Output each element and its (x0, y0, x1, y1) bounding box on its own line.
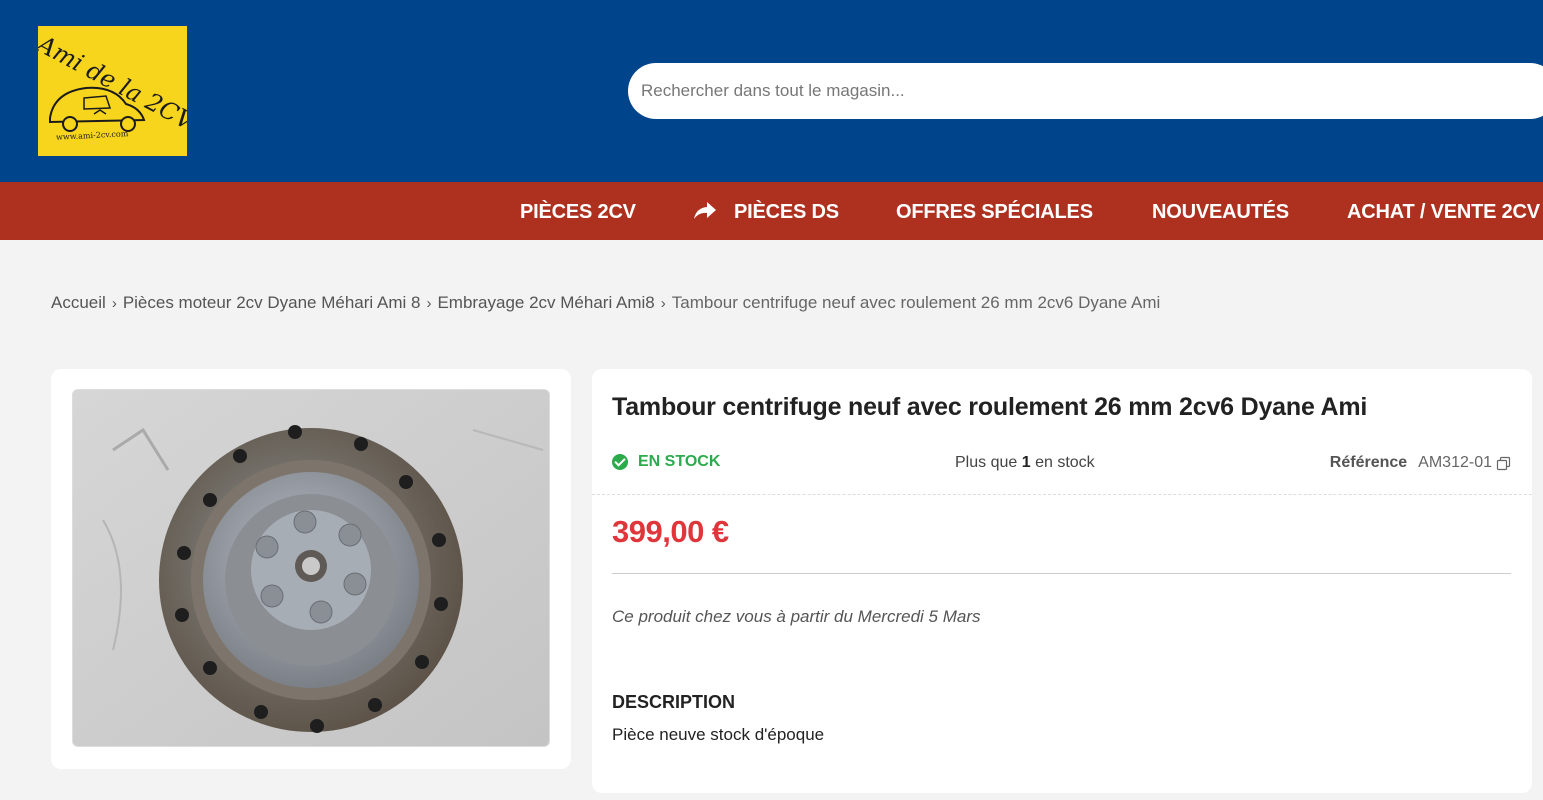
delivery-estimate: Ce produit chez vous à partir du Mercred… (612, 607, 981, 626)
nav-item-achat-vente-2cv[interactable]: ACHAT / VENTE 2CV (1347, 182, 1540, 240)
breadcrumb-home[interactable]: Accueil (51, 293, 106, 312)
site-logo[interactable]: Ami de la 2CV www.ami-2cv.com (38, 26, 187, 156)
car-illustration-icon (49, 86, 146, 132)
main-nav: PIÈCES 2CV PIÈCES DS OFFRES SPÉCIALES NO… (0, 182, 1543, 240)
product-reference: Référence AM312-01 (1330, 454, 1511, 472)
qty-suffix: en stock (1035, 454, 1095, 471)
product-title: Tambour centrifuge neuf avec roulement 2… (612, 393, 1368, 421)
chevron-right-icon: › (111, 295, 117, 312)
description-text: Pièce neuve stock d'époque (612, 725, 825, 744)
clutch-drum-image (73, 390, 549, 746)
product-info-card: Tambour centrifuge neuf avec roulement 2… (592, 369, 1532, 793)
reference-label: Référence (1329, 454, 1408, 471)
qty-prefix: Plus que (955, 454, 1018, 471)
breadcrumb-pieces-moteur[interactable]: Pièces moteur 2cv Dyane Méhari Ami 8 (123, 293, 421, 312)
nav-item-pieces-2cv[interactable]: PIÈCES 2CV (520, 182, 636, 240)
check-circle-icon (612, 454, 628, 470)
search-input[interactable] (641, 63, 1531, 119)
divider-dashed (592, 494, 1532, 495)
stock-quantity: Plus que 1 en stock (955, 454, 1095, 472)
description-heading: DESCRIPTION (612, 692, 736, 712)
breadcrumb-current: Tambour centrifuge neuf avec roulement 2… (671, 293, 1161, 312)
chevron-right-icon: › (660, 295, 666, 312)
nav-item-pieces-ds[interactable]: PIÈCES DS (734, 182, 839, 240)
search-bar[interactable] (628, 63, 1543, 119)
stock-status: EN STOCK (612, 453, 720, 471)
product-image-card (51, 369, 571, 769)
product-price: 399,00 € (612, 514, 729, 549)
site-header: Ami de la 2CV www.ami-2cv.com (0, 0, 1543, 182)
qty-value: 1 (1021, 454, 1031, 471)
copy-icon[interactable] (1496, 456, 1511, 471)
stock-status-label: EN STOCK (638, 453, 721, 470)
reference-value: AM312-01 (1418, 454, 1492, 471)
share-arrow-icon (694, 202, 716, 219)
chevron-right-icon: › (426, 295, 432, 312)
product-image[interactable] (72, 389, 550, 747)
breadcrumb: Accueil › Pièces moteur 2cv Dyane Méhari A… (51, 293, 1160, 313)
breadcrumb-embrayage[interactable]: Embrayage 2cv Méhari Ami8 (437, 293, 654, 312)
nav-item-nouveautes[interactable]: NOUVEAUTÉS (1152, 182, 1289, 240)
divider (612, 573, 1511, 574)
nav-item-offres-speciales[interactable]: OFFRES SPÉCIALES (896, 182, 1093, 240)
